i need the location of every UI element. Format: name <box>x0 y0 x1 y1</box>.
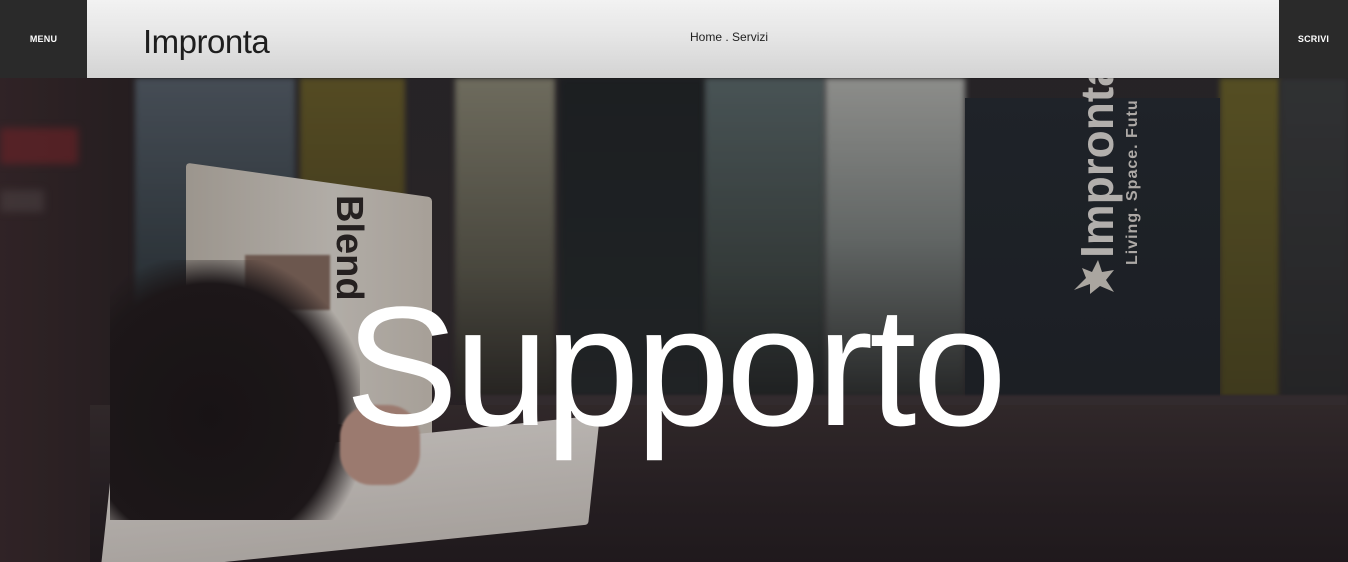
hero-section: Impronta Living. Space. Futu Blend Suppo… <box>0 0 1348 562</box>
site-logo[interactable]: Impronta <box>143 23 270 61</box>
breadcrumb-home-link[interactable]: Home <box>690 30 722 44</box>
breadcrumb: Home . Servizi <box>690 30 768 44</box>
write-button[interactable]: SCRIVI <box>1279 0 1348 78</box>
page-title: Supporto <box>345 272 1007 462</box>
menu-button[interactable]: MENU <box>0 0 87 78</box>
breadcrumb-current: Servizi <box>732 30 769 44</box>
breadcrumb-separator: . <box>722 30 733 44</box>
top-header-bar: Impronta Home . Servizi <box>87 0 1279 78</box>
